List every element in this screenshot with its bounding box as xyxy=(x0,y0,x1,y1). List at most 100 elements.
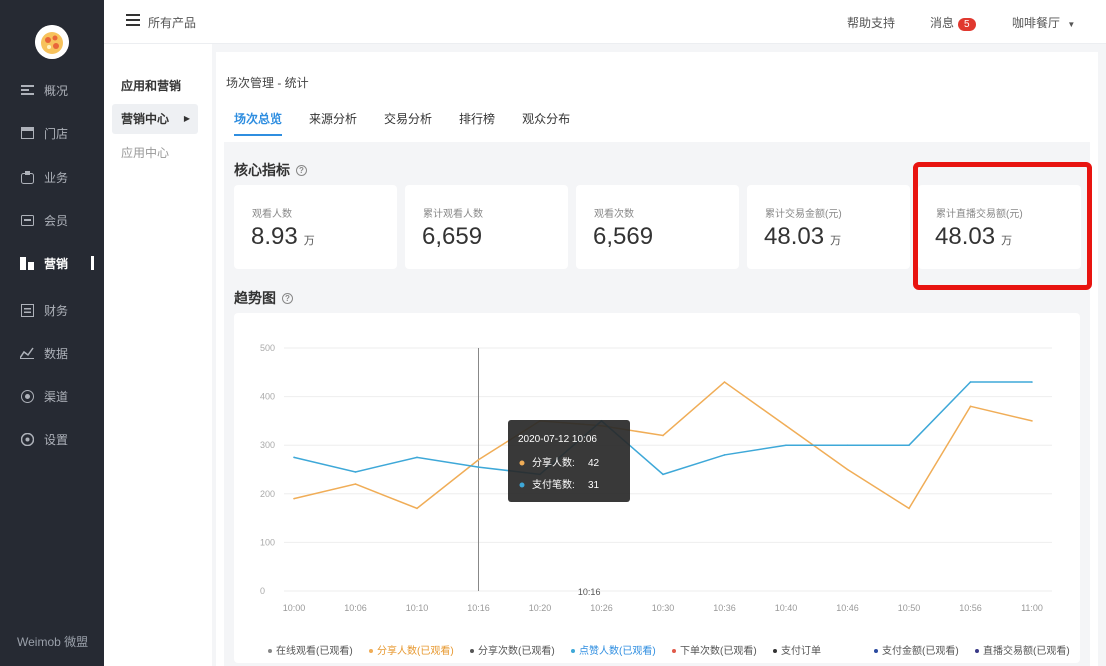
tooltip-value: 31 xyxy=(588,480,600,491)
sidebar-item-settings[interactable]: 设置 xyxy=(0,424,104,454)
y-tick-label: 100 xyxy=(260,537,275,547)
store-icon xyxy=(20,126,34,140)
top-bar: 所有产品 帮助支持 消息 5 咖啡餐厅 ▼ xyxy=(104,0,1106,44)
business-icon xyxy=(20,170,34,184)
tab-overview[interactable]: 场次总览 xyxy=(234,110,283,136)
member-icon xyxy=(20,213,34,227)
trend-heading: 趋势图 ? xyxy=(234,288,293,308)
x-tick-label: 10:36 xyxy=(713,603,736,613)
legend-marker xyxy=(773,649,777,653)
metric-card: 观看次数 6,569 xyxy=(576,185,739,269)
metrics-title: 核心指标 xyxy=(234,162,290,178)
data-point xyxy=(908,507,910,510)
app-logo[interactable] xyxy=(35,25,69,59)
sidebar-item-label: 渠道 xyxy=(44,389,69,404)
sidebar-item-channel[interactable]: 渠道 xyxy=(0,381,104,411)
tab-trade-analysis[interactable]: 交易分析 xyxy=(384,110,432,136)
sidebar-item-business[interactable]: 业务 xyxy=(0,162,104,192)
data-point xyxy=(416,507,418,510)
x-tick-label: 10:50 xyxy=(898,603,921,613)
legend-label: 在线观看(已观看) xyxy=(276,644,353,657)
x-tick-label: 10:30 xyxy=(652,603,675,613)
help-icon[interactable]: ? xyxy=(296,164,307,176)
data-point xyxy=(969,405,972,408)
overview-icon xyxy=(20,83,34,97)
legend-marker xyxy=(672,649,676,653)
data-point xyxy=(1031,420,1033,422)
x-tick-label: 10:46 xyxy=(836,603,859,613)
legend-label: 直播交易额(已观看) xyxy=(983,644,1070,657)
legend-label: 点赞人数(已观看) xyxy=(579,644,656,657)
sidebar-item-data[interactable]: 数据 xyxy=(0,338,104,368)
data-point xyxy=(723,381,726,383)
metric-value-wrap: 48.03 万 xyxy=(764,223,841,251)
subnav-item-marketing-center[interactable]: 营销中心 ▶ xyxy=(112,104,198,134)
sidebar-item-member[interactable]: 会员 xyxy=(0,205,104,235)
menu-icon[interactable] xyxy=(126,14,140,28)
chevron-right-icon: ▶ xyxy=(183,114,190,123)
messages-link[interactable]: 消息 5 xyxy=(930,14,976,31)
tab-source-analysis[interactable]: 来源分析 xyxy=(309,110,357,136)
metric-unit: 万 xyxy=(303,235,315,247)
sidebar-item-label: 概况 xyxy=(44,83,69,98)
metric-label: 累计交易金额(元) xyxy=(765,209,842,220)
sidebar-item-finance[interactable]: 财务 xyxy=(0,295,104,325)
tab-ranking[interactable]: 排行榜 xyxy=(459,110,495,136)
tooltip-label: 分享人数: xyxy=(532,456,575,469)
y-tick-label: 0 xyxy=(260,586,265,596)
legend-label: 分享人数(已观看) xyxy=(377,644,454,657)
x-tick-label: 10:26 xyxy=(590,603,613,613)
metric-label: 累计观看人数 xyxy=(423,209,483,220)
all-products-link[interactable]: 所有产品 xyxy=(148,14,196,31)
marketing-icon xyxy=(20,256,34,270)
sidebar-item-store[interactable]: 门店 xyxy=(0,118,104,148)
legend-marker xyxy=(571,649,575,653)
data-point xyxy=(477,458,480,461)
chevron-down-icon: ▼ xyxy=(1067,20,1076,29)
settings-icon xyxy=(20,432,34,446)
metric-value: 6,659 xyxy=(422,223,483,250)
metric-label: 观看人数 xyxy=(252,209,292,220)
tab-audience[interactable]: 观众分布 xyxy=(522,110,570,136)
data-point xyxy=(477,466,480,468)
metrics-heading: 核心指标 ? xyxy=(234,160,307,180)
sidebar-item-overview[interactable]: 概况 xyxy=(0,75,104,105)
legend-label: 下单次数(已观看) xyxy=(680,644,757,657)
messages-label: 消息 xyxy=(930,16,955,30)
sidebar-item-label: 营销 xyxy=(44,256,69,271)
sidebar-item-marketing[interactable]: 营销 xyxy=(0,248,104,278)
y-tick-label: 500 xyxy=(260,343,275,353)
cursor-axis-label: 10:16 xyxy=(578,587,601,597)
legend-label: 支付金额(已观看) xyxy=(882,644,959,657)
x-tick-label: 11:00 xyxy=(1021,603,1043,613)
data-point xyxy=(293,456,295,459)
legend-label: 分享次数(已观看) xyxy=(478,644,555,657)
help-link[interactable]: 帮助支持 xyxy=(847,14,895,31)
shop-switcher[interactable]: 咖啡餐厅 ▼ xyxy=(1012,14,1075,31)
highlight-box xyxy=(913,162,1092,290)
data-point xyxy=(354,471,357,473)
subnav-item-app-center[interactable]: 应用中心 xyxy=(112,138,198,168)
data-point xyxy=(969,381,972,383)
data-point xyxy=(785,444,787,446)
help-icon[interactable]: ? xyxy=(282,292,293,304)
sidebar-item-label: 财务 xyxy=(44,303,69,318)
legend-marker xyxy=(268,649,272,653)
channel-icon xyxy=(20,389,34,403)
trend-chart: 0 100 200 300 400 500 10:00 10:06 10:10 10:16 10:2… xyxy=(260,343,1070,657)
metric-value-wrap: 8.93 万 xyxy=(251,223,315,251)
legend-marker xyxy=(874,649,878,653)
y-tick-label: 400 xyxy=(260,392,275,402)
x-tick-label: 10:56 xyxy=(959,603,982,613)
x-tick-label: 10:06 xyxy=(344,603,367,613)
sidebar-item-label: 会员 xyxy=(44,213,69,228)
legend-marker xyxy=(975,649,979,653)
data-point xyxy=(785,424,787,427)
metric-card: 累计交易金额(元) 48.03 万 xyxy=(747,185,910,269)
stats-area: 核心指标 ? 观看人数 8.93 万 累计观看人数 6,659 观看次数 6,56… xyxy=(224,142,1092,666)
data-icon xyxy=(20,346,34,360)
sidebar-item-label: 门店 xyxy=(44,126,69,141)
subnav-item-label: 应用中心 xyxy=(121,146,170,160)
trend-title: 趋势图 xyxy=(234,290,276,306)
trend-chart-card: 0 100 200 300 400 500 10:00 10:06 10:10 10:16 10:2… xyxy=(234,313,1080,663)
